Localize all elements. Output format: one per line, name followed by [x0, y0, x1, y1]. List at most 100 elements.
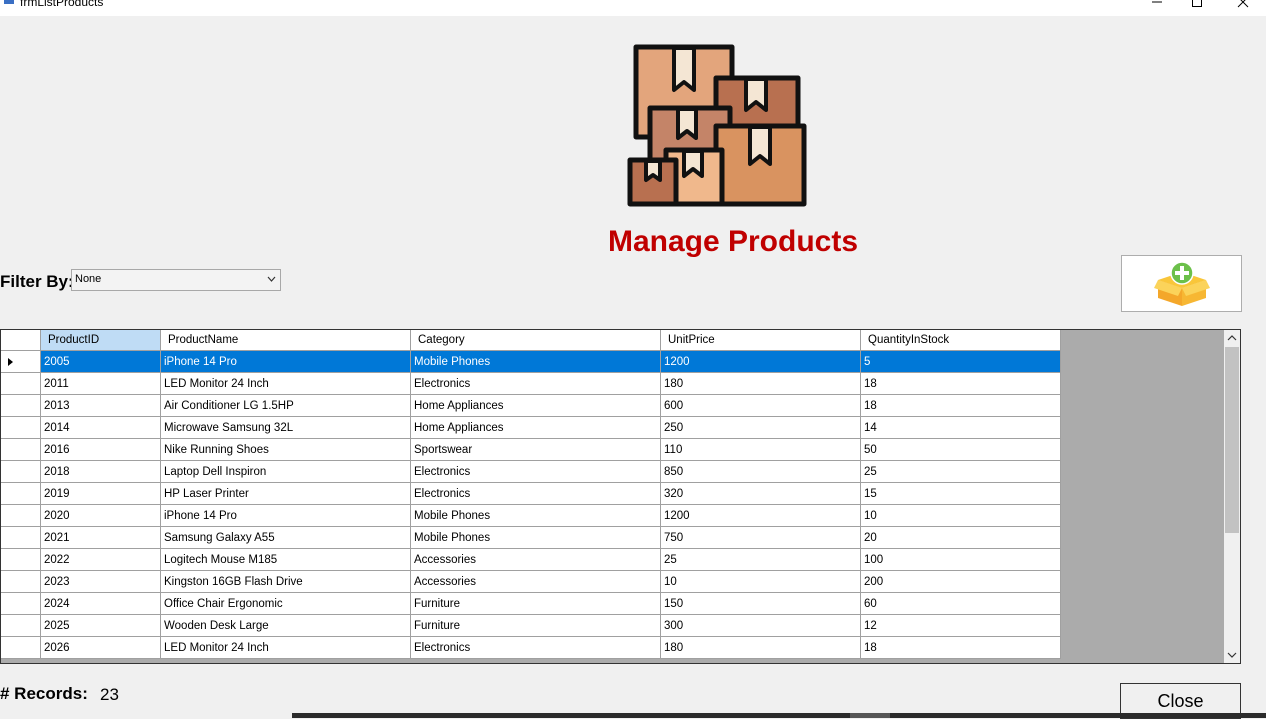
- scroll-up-icon[interactable]: [1227, 335, 1237, 341]
- cell-productid[interactable]: 2023: [41, 571, 161, 593]
- row-header[interactable]: [1, 439, 41, 461]
- cell-productname[interactable]: Microwave Samsung 32L: [161, 417, 411, 439]
- cell-quantityinstock[interactable]: 18: [861, 373, 1061, 395]
- cell-productname[interactable]: Kingston 16GB Flash Drive: [161, 571, 411, 593]
- table-row[interactable]: 2014 Microwave Samsung 32L Home Appliances…: [1, 417, 1061, 439]
- cell-quantityinstock[interactable]: 14: [861, 417, 1061, 439]
- cell-category[interactable]: Mobile Phones: [411, 527, 661, 549]
- cell-unitprice[interactable]: 850: [661, 461, 861, 483]
- table-row[interactable]: 2013 Air Conditioner LG 1.5HP Home Applian…: [1, 395, 1061, 417]
- cell-productid[interactable]: 2018: [41, 461, 161, 483]
- cell-quantityinstock[interactable]: 100: [861, 549, 1061, 571]
- cell-productid[interactable]: 2024: [41, 593, 161, 615]
- table-row[interactable]: 2023 Kingston 16GB Flash Drive Accessories…: [1, 571, 1061, 593]
- row-header[interactable]: [1, 483, 41, 505]
- cell-quantityinstock[interactable]: 20: [861, 527, 1061, 549]
- cell-category[interactable]: Furniture: [411, 593, 661, 615]
- cell-productname[interactable]: Air Conditioner LG 1.5HP: [161, 395, 411, 417]
- cell-productname[interactable]: Wooden Desk Large: [161, 615, 411, 637]
- cell-productname[interactable]: iPhone 14 Pro: [161, 505, 411, 527]
- row-header[interactable]: [1, 351, 41, 373]
- cell-productname[interactable]: LED Monitor 24 Inch: [161, 373, 411, 395]
- row-header[interactable]: [1, 637, 41, 659]
- cell-unitprice[interactable]: 180: [661, 373, 861, 395]
- cell-quantityinstock[interactable]: 60: [861, 593, 1061, 615]
- cell-productname[interactable]: Office Chair Ergonomic: [161, 593, 411, 615]
- table-row[interactable]: 2026 LED Monitor 24 Inch Electronics 180 18: [1, 637, 1061, 659]
- table-row[interactable]: 2018 Laptop Dell Inspiron Electronics 850 25: [1, 461, 1061, 483]
- cell-unitprice[interactable]: 300: [661, 615, 861, 637]
- table-row[interactable]: 2021 Samsung Galaxy A55 Mobile Phones 750 20: [1, 527, 1061, 549]
- scroll-down-icon[interactable]: [1227, 652, 1237, 658]
- cell-unitprice[interactable]: 150: [661, 593, 861, 615]
- row-header[interactable]: [1, 417, 41, 439]
- cell-unitprice[interactable]: 250: [661, 417, 861, 439]
- cell-productid[interactable]: 2019: [41, 483, 161, 505]
- row-header[interactable]: [1, 571, 41, 593]
- cell-quantityinstock[interactable]: 200: [861, 571, 1061, 593]
- table-row[interactable]: 2005 iPhone 14 Pro Mobile Phones 1200 5: [1, 351, 1061, 373]
- cell-productname[interactable]: HP Laser Printer: [161, 483, 411, 505]
- row-header[interactable]: [1, 527, 41, 549]
- table-row[interactable]: 2019 HP Laser Printer Electronics 320 15: [1, 483, 1061, 505]
- cell-category[interactable]: Accessories: [411, 571, 661, 593]
- scrollbar-thumb[interactable]: [1225, 347, 1239, 533]
- cell-category[interactable]: Electronics: [411, 637, 661, 659]
- cell-category[interactable]: Electronics: [411, 461, 661, 483]
- table-row[interactable]: 2020 iPhone 14 Pro Mobile Phones 1200 10: [1, 505, 1061, 527]
- cell-category[interactable]: Accessories: [411, 549, 661, 571]
- row-header[interactable]: [1, 593, 41, 615]
- cell-productid[interactable]: 2026: [41, 637, 161, 659]
- cell-unitprice[interactable]: 180: [661, 637, 861, 659]
- row-header[interactable]: [1, 461, 41, 483]
- cell-quantityinstock[interactable]: 5: [861, 351, 1061, 373]
- cell-productname[interactable]: iPhone 14 Pro: [161, 351, 411, 373]
- column-header-unitprice[interactable]: UnitPrice: [661, 330, 861, 351]
- cell-category[interactable]: Electronics: [411, 373, 661, 395]
- cell-productid[interactable]: 2016: [41, 439, 161, 461]
- cell-unitprice[interactable]: 10: [661, 571, 861, 593]
- cell-quantityinstock[interactable]: 18: [861, 637, 1061, 659]
- row-header[interactable]: [1, 549, 41, 571]
- table-row[interactable]: 2011 LED Monitor 24 Inch Electronics 180 18: [1, 373, 1061, 395]
- cell-quantityinstock[interactable]: 50: [861, 439, 1061, 461]
- cell-category[interactable]: Home Appliances: [411, 395, 661, 417]
- table-row[interactable]: 2022 Logitech Mouse M185 Accessories 25 100: [1, 549, 1061, 571]
- cell-quantityinstock[interactable]: 18: [861, 395, 1061, 417]
- cell-productid[interactable]: 2025: [41, 615, 161, 637]
- filter-dropdown[interactable]: None: [71, 269, 281, 291]
- window-close-button[interactable]: [1220, 0, 1266, 13]
- cell-productid[interactable]: 2011: [41, 373, 161, 395]
- cell-unitprice[interactable]: 750: [661, 527, 861, 549]
- row-header[interactable]: [1, 373, 41, 395]
- cell-quantityinstock[interactable]: 15: [861, 483, 1061, 505]
- column-header-productid[interactable]: ProductID: [41, 330, 161, 351]
- cell-productid[interactable]: 2022: [41, 549, 161, 571]
- table-row[interactable]: 2016 Nike Running Shoes Sportswear 110 50: [1, 439, 1061, 461]
- cell-unitprice[interactable]: 1200: [661, 351, 861, 373]
- cell-unitprice[interactable]: 1200: [661, 505, 861, 527]
- cell-productid[interactable]: 2014: [41, 417, 161, 439]
- column-header-category[interactable]: Category: [411, 330, 661, 351]
- vertical-scrollbar[interactable]: [1224, 330, 1240, 663]
- cell-productname[interactable]: Nike Running Shoes: [161, 439, 411, 461]
- cell-quantityinstock[interactable]: 10: [861, 505, 1061, 527]
- table-row[interactable]: 2024 Office Chair Ergonomic Furniture 150 60: [1, 593, 1061, 615]
- maximize-button[interactable]: [1174, 0, 1220, 13]
- row-header[interactable]: [1, 505, 41, 527]
- cell-category[interactable]: Furniture: [411, 615, 661, 637]
- cell-category[interactable]: Home Appliances: [411, 417, 661, 439]
- cell-quantityinstock[interactable]: 25: [861, 461, 1061, 483]
- row-header[interactable]: [1, 395, 41, 417]
- cell-productname[interactable]: Logitech Mouse M185: [161, 549, 411, 571]
- cell-productname[interactable]: Laptop Dell Inspiron: [161, 461, 411, 483]
- cell-productid[interactable]: 2005: [41, 351, 161, 373]
- cell-unitprice[interactable]: 320: [661, 483, 861, 505]
- cell-quantityinstock[interactable]: 12: [861, 615, 1061, 637]
- cell-unitprice[interactable]: 25: [661, 549, 861, 571]
- table-row[interactable]: 2025 Wooden Desk Large Furniture 300 12: [1, 615, 1061, 637]
- cell-category[interactable]: Mobile Phones: [411, 505, 661, 527]
- cell-productname[interactable]: Samsung Galaxy A55: [161, 527, 411, 549]
- column-header-quantityinstock[interactable]: QuantityInStock: [861, 330, 1061, 351]
- cell-category[interactable]: Sportswear: [411, 439, 661, 461]
